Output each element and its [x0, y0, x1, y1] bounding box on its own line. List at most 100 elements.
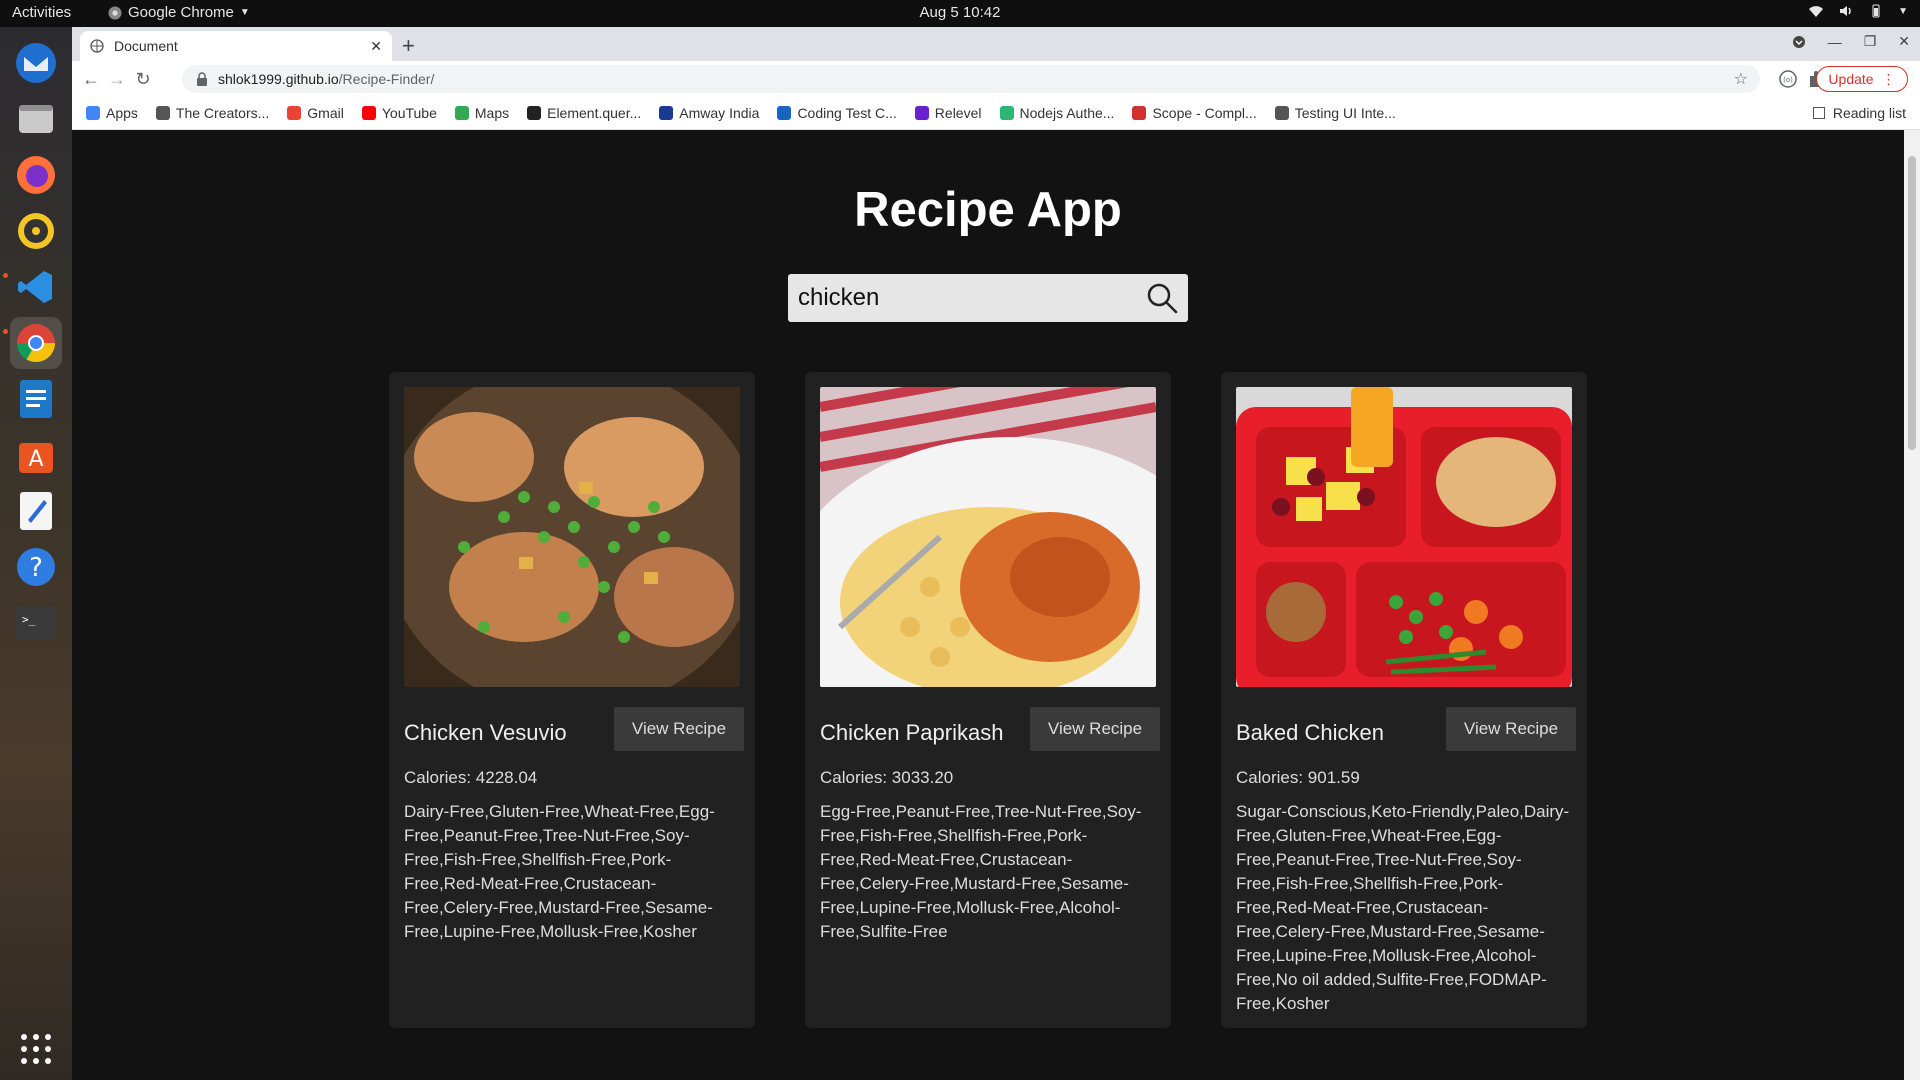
view-recipe-button[interactable]: View Recipe [1446, 707, 1576, 751]
recipe-image [820, 387, 1156, 687]
page-viewport: Recipe App Chicken Vesuv [72, 130, 1904, 1080]
chevron-down-icon: ▼ [239, 7, 250, 18]
activities-button[interactable]: Activities [12, 4, 71, 21]
youtube-icon [361, 106, 376, 120]
vscode-icon [18, 271, 52, 303]
files-icon [19, 105, 53, 133]
update-label: Update [1828, 71, 1874, 87]
dock-software[interactable]: A [10, 429, 62, 481]
wifi-icon [1809, 6, 1824, 17]
writer-icon [20, 380, 52, 418]
page-title: Recipe App [854, 183, 1122, 237]
amway-icon [659, 106, 674, 120]
chevron-down-icon: ▼ [1898, 5, 1908, 17]
bookmark-label: The Creators... [175, 105, 270, 121]
back-button[interactable]: ← [80, 68, 102, 90]
bookmark-label: Gmail [307, 105, 344, 121]
bookmark-item[interactable]: Element.quer... [527, 105, 641, 121]
recipe-card: Chicken Vesuvio View Recipe Calories: 42… [389, 372, 755, 1028]
lock-icon [197, 72, 207, 86]
element-icon [527, 106, 542, 120]
view-recipe-button[interactable]: View Recipe [1030, 707, 1160, 751]
bookmark-item[interactable]: Gmail [287, 105, 344, 121]
bookmark-item[interactable]: Amway India [659, 105, 759, 121]
restore-button[interactable]: ❐ [1864, 33, 1877, 50]
maps-icon [454, 106, 469, 120]
dock-writer[interactable] [10, 373, 62, 425]
scope-icon [1132, 106, 1147, 120]
tab-title: Document [114, 38, 178, 54]
dock-chrome[interactable] [10, 317, 62, 369]
bookmark-item[interactable]: Coding Test C... [777, 105, 897, 121]
bookmark-item[interactable]: Nodejs Authe... [999, 105, 1115, 121]
app-menu[interactable]: Google Chrome ▼ [108, 4, 250, 21]
system-tray[interactable]: ▼ [1808, 3, 1908, 19]
search-icon[interactable] [1146, 282, 1178, 314]
chrome-small-icon [108, 6, 122, 19]
bookmark-item[interactable]: Relevel [914, 105, 982, 121]
bookmark-item[interactable]: The Creators... [155, 105, 270, 121]
reading-list-label: Reading list [1832, 105, 1906, 121]
coding-test-icon [777, 106, 792, 120]
bookmark-item[interactable]: Testing UI Inte... [1274, 105, 1396, 121]
running-indicator [3, 273, 8, 278]
reload-button[interactable]: ↻ [132, 68, 154, 90]
recipe-card: Chicken Paprikash View Recipe Calories: … [805, 372, 1171, 1028]
recipe-image [404, 387, 740, 687]
new-tab-button[interactable]: + [402, 33, 415, 59]
close-window-button[interactable]: ✕ [1898, 33, 1910, 50]
chrome-icon [16, 324, 56, 363]
reading-list-button[interactable]: Reading list [1812, 105, 1906, 121]
bookmark-label: Maps [474, 105, 510, 121]
bookmark-label: Nodejs Authe... [1019, 105, 1115, 121]
apps-grid-icon [86, 106, 100, 120]
browser-chrome: Document ✕ + — ❐ ✕ ← → ↻ shlok1999.githu… [72, 27, 1920, 130]
bookmark-item[interactable]: Apps [86, 105, 138, 121]
recipe-calories: Calories: 4228.04 [404, 768, 538, 787]
gmail-icon [287, 106, 302, 120]
view-recipe-button[interactable]: View Recipe [614, 707, 744, 751]
dock-text-editor[interactable] [10, 485, 62, 537]
minimize-button[interactable]: — [1828, 34, 1842, 50]
tab-search-icon[interactable] [1792, 35, 1806, 49]
close-tab-icon[interactable]: ✕ [370, 38, 382, 55]
dock-vscode[interactable] [10, 261, 62, 313]
tab-document[interactable]: Document ✕ [80, 31, 392, 61]
tab-strip: Document ✕ + — ❐ ✕ [72, 27, 1920, 61]
bookmark-star-icon[interactable]: ☆ [1734, 69, 1748, 89]
reading-list-icon [1812, 107, 1825, 119]
recipe-health-labels: Egg-Free,Peanut-Free,Tree-Nut-Free,Soy-F… [820, 802, 1142, 941]
svg-text:>_: >_ [22, 613, 36, 626]
forward-button[interactable]: → [106, 68, 128, 90]
bookmark-label: YouTube [381, 105, 437, 121]
page-scrollbar[interactable] [1904, 130, 1920, 1080]
help-icon: ? [17, 548, 55, 586]
recipe-name: Chicken Vesuvio [404, 720, 567, 745]
dock-terminal[interactable]: >_ [10, 597, 62, 649]
globe-icon [1274, 106, 1289, 120]
recipe-health-labels: Sugar-Conscious,Keto-Friendly,Paleo,Dair… [1236, 802, 1570, 1013]
search-bar [788, 274, 1188, 322]
rhythmbox-icon [18, 213, 54, 249]
terminal-icon: >_ [16, 606, 56, 640]
search-input[interactable] [798, 280, 1128, 316]
address-bar[interactable]: shlok1999.github.io/Recipe-Finder/ ☆ [182, 65, 1760, 93]
scrollbar-thumb[interactable] [1908, 156, 1916, 450]
bookmark-item[interactable]: Scope - Compl... [1132, 105, 1257, 121]
dock-firefox[interactable] [10, 149, 62, 201]
bookmark-item[interactable]: Maps [454, 105, 510, 121]
dock-thunderbird[interactable] [10, 37, 62, 89]
recipe-health-labels: Dairy-Free,Gluten-Free,Wheat-Free,Egg-Fr… [404, 802, 715, 941]
clock[interactable]: Aug 5 10:42 [920, 4, 1001, 21]
dock-rhythmbox[interactable] [10, 205, 62, 257]
dock-files[interactable] [10, 93, 62, 145]
dock-help[interactable]: ? [10, 541, 62, 593]
relevel-icon [914, 106, 929, 120]
bookmark-item[interactable]: YouTube [361, 105, 437, 121]
globe-icon [90, 39, 104, 53]
dock-show-apps[interactable] [10, 1023, 62, 1075]
system-top-bar: Activities Google Chrome ▼ Aug 5 10:42 ▼ [0, 0, 1920, 27]
svg-text:(o): (o) [1783, 76, 1793, 84]
cast-icon[interactable]: (o) [1778, 69, 1798, 89]
update-button[interactable]: Update ⋮ [1816, 66, 1908, 92]
